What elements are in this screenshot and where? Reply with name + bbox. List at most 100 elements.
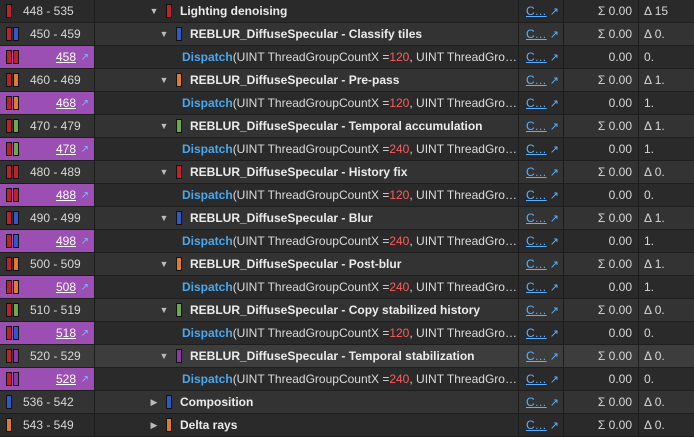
call-link[interactable]: C… xyxy=(526,303,547,317)
collapse-arrow-icon[interactable]: ▼ xyxy=(158,259,170,269)
external-link-icon[interactable]: ↗ xyxy=(550,281,559,294)
external-link-icon[interactable]: ↗ xyxy=(550,166,559,179)
event-group-name: REBLUR_DiffuseSpecular - Pre-pass xyxy=(190,73,400,87)
event-group-row[interactable]: 536 - 542 ▶ Composition C… ↗ Σ 0.00 Δ 0. xyxy=(0,391,694,414)
event-group-row[interactable]: 480 - 489 ▼ REBLUR_DiffuseSpecular - Histo… xyxy=(0,161,694,184)
event-id-link-box[interactable]: 528 ↗ xyxy=(0,368,94,390)
expand-arrow-icon[interactable]: ▶ xyxy=(148,397,160,408)
color-swatches xyxy=(6,349,20,363)
call-link[interactable]: C… xyxy=(526,418,547,432)
event-group-row[interactable]: 500 - 509 ▼ REBLUR_DiffuseSpecular - Post-… xyxy=(0,253,694,276)
event-range: 450 - 459 xyxy=(30,27,81,41)
external-link-icon[interactable]: ↗ xyxy=(550,74,559,87)
event-id-link-box[interactable]: 488 ↗ xyxy=(0,184,94,206)
call-link[interactable]: C… xyxy=(526,96,547,110)
external-link-icon: ↗ xyxy=(80,189,89,201)
external-link-icon[interactable]: ↗ xyxy=(550,373,559,386)
thread-group-count: 120 xyxy=(389,326,410,340)
call-link[interactable]: C… xyxy=(526,27,547,41)
event-group-row[interactable]: 450 - 459 ▼ REBLUR_DiffuseSpecular - Class… xyxy=(0,23,694,46)
external-link-icon[interactable]: ↗ xyxy=(550,51,559,64)
dispatch-row[interactable]: 518 ↗ Dispatch (UINT ThreadGroupCountX = 12… xyxy=(0,322,694,345)
call-link[interactable]: C… xyxy=(526,372,547,386)
call-link[interactable]: C… xyxy=(526,234,547,248)
external-link-icon[interactable]: ↗ xyxy=(550,327,559,340)
collapse-arrow-icon[interactable]: ▼ xyxy=(158,75,170,85)
event-id-link[interactable]: 458 xyxy=(56,50,76,64)
event-group-row[interactable]: 470 - 479 ▼ REBLUR_DiffuseSpecular - Tempo… xyxy=(0,115,694,138)
external-link-icon[interactable]: ↗ xyxy=(550,235,559,248)
event-id-link-box[interactable]: 458 ↗ xyxy=(0,46,94,68)
call-link[interactable]: C… xyxy=(526,50,547,64)
call-link[interactable]: C… xyxy=(526,73,547,87)
event-id-link-box[interactable]: 498 ↗ xyxy=(0,230,94,252)
event-id-link[interactable]: 518 xyxy=(56,326,76,340)
call-link[interactable]: C… xyxy=(526,257,547,271)
duration-value: 0.00 xyxy=(565,184,639,206)
call-link[interactable]: C… xyxy=(526,4,547,18)
collapse-arrow-icon[interactable]: ▼ xyxy=(148,6,160,16)
call-link[interactable]: C… xyxy=(526,142,547,156)
external-link-icon[interactable]: ↗ xyxy=(550,120,559,133)
collapse-arrow-icon[interactable]: ▼ xyxy=(158,29,170,39)
external-link-icon[interactable]: ↗ xyxy=(550,396,559,409)
dispatch-label: Dispatch xyxy=(182,326,233,340)
marker-color-swatch xyxy=(176,349,182,363)
dispatch-row[interactable]: 528 ↗ Dispatch (UINT ThreadGroupCountX = 24… xyxy=(0,368,694,391)
event-id-link-box[interactable]: 518 ↗ xyxy=(0,322,94,344)
collapse-arrow-icon[interactable]: ▼ xyxy=(158,351,170,361)
duration-value: 0.00 xyxy=(565,92,639,114)
event-id-cell: 470 - 479 xyxy=(0,115,95,137)
external-link-icon[interactable]: ↗ xyxy=(550,212,559,225)
dispatch-row[interactable]: 498 ↗ Dispatch (UINT ThreadGroupCountX = 24… xyxy=(0,230,694,253)
external-link-icon[interactable]: ↗ xyxy=(550,5,559,18)
external-link-icon[interactable]: ↗ xyxy=(550,189,559,202)
call-link[interactable]: C… xyxy=(526,280,547,294)
color-swatch xyxy=(6,188,12,202)
delta-value: Δ 15 xyxy=(644,4,669,18)
dispatch-args-rest: , UINT ThreadGro… xyxy=(409,50,517,64)
event-id-link[interactable]: 498 xyxy=(56,234,76,248)
event-group-row[interactable]: 520 - 529 ▼ REBLUR_DiffuseSpecular - Tempo… xyxy=(0,345,694,368)
call-link[interactable]: C… xyxy=(526,188,547,202)
collapse-arrow-icon[interactable]: ▼ xyxy=(158,167,170,177)
dispatch-row[interactable]: 478 ↗ Dispatch (UINT ThreadGroupCountX = 24… xyxy=(0,138,694,161)
external-link-icon: ↗ xyxy=(80,51,89,63)
external-link-icon[interactable]: ↗ xyxy=(550,143,559,156)
event-id-link[interactable]: 508 xyxy=(56,280,76,294)
external-link-icon[interactable]: ↗ xyxy=(550,97,559,110)
event-id-link[interactable]: 488 xyxy=(56,188,76,202)
call-link[interactable]: C… xyxy=(526,165,547,179)
call-link[interactable]: C… xyxy=(526,349,547,363)
call-link[interactable]: C… xyxy=(526,211,547,225)
call-link[interactable]: C… xyxy=(526,119,547,133)
external-link-icon[interactable]: ↗ xyxy=(550,419,559,432)
event-id-link[interactable]: 478 xyxy=(56,142,76,156)
external-link-icon[interactable]: ↗ xyxy=(550,350,559,363)
expand-arrow-icon[interactable]: ▶ xyxy=(148,420,160,431)
event-id-link-box[interactable]: 478 ↗ xyxy=(0,138,94,160)
dispatch-row[interactable]: 458 ↗ Dispatch (UINT ThreadGroupCountX = 12… xyxy=(0,46,694,69)
external-link-icon[interactable]: ↗ xyxy=(550,304,559,317)
event-group-row[interactable]: 448 - 535 ▼ Lighting denoising C… ↗ Σ 0.00 Δ 1… xyxy=(0,0,694,23)
external-link-icon[interactable]: ↗ xyxy=(550,258,559,271)
color-swatches xyxy=(6,326,20,340)
dispatch-row[interactable]: 468 ↗ Dispatch (UINT ThreadGroupCountX = 12… xyxy=(0,92,694,115)
event-id-link-box[interactable]: 468 ↗ xyxy=(0,92,94,114)
event-id-link[interactable]: 468 xyxy=(56,96,76,110)
event-group-row[interactable]: 460 - 469 ▼ REBLUR_DiffuseSpecular - Pre-p… xyxy=(0,69,694,92)
event-id-link-box[interactable]: 508 ↗ xyxy=(0,276,94,298)
event-id-link[interactable]: 528 xyxy=(56,372,76,386)
external-link-icon[interactable]: ↗ xyxy=(550,28,559,41)
call-link[interactable]: C… xyxy=(526,326,547,340)
collapse-arrow-icon[interactable]: ▼ xyxy=(158,121,170,131)
dispatch-row[interactable]: 508 ↗ Dispatch (UINT ThreadGroupCountX = 24… xyxy=(0,276,694,299)
call-link[interactable]: C… xyxy=(526,395,547,409)
collapse-arrow-icon[interactable]: ▼ xyxy=(158,305,170,315)
event-group-row[interactable]: 490 - 499 ▼ REBLUR_DiffuseSpecular - Blur C… xyxy=(0,207,694,230)
event-group-row[interactable]: 510 - 519 ▼ REBLUR_DiffuseSpecular - Copy … xyxy=(0,299,694,322)
event-group-row[interactable]: 543 - 549 ▶ Delta rays C… ↗ Σ 0.00 Δ 0. xyxy=(0,414,694,437)
duration-value: 0.00 xyxy=(565,322,639,344)
collapse-arrow-icon[interactable]: ▼ xyxy=(158,213,170,223)
dispatch-row[interactable]: 488 ↗ Dispatch (UINT ThreadGroupCountX = 12… xyxy=(0,184,694,207)
